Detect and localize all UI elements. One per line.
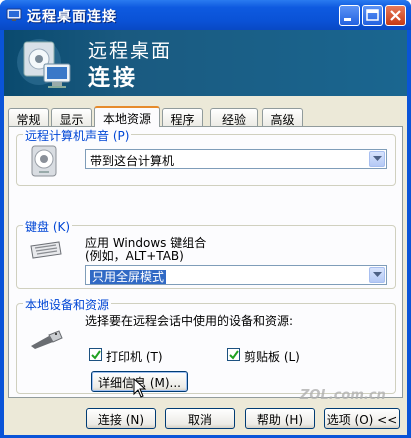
minimize-button[interactable] [339, 5, 360, 26]
help-button-label: 帮助 (H) [256, 413, 304, 427]
printer-checkbox[interactable] [89, 348, 102, 361]
chevron-down-icon [373, 272, 382, 277]
window-title: 远程桌面连接 [27, 9, 117, 25]
banner-title-line1: 远程桌面 [88, 40, 173, 62]
help-button[interactable]: 帮助 (H) [245, 408, 315, 429]
dialog-body: 远程桌面 连接 常规 显示 本地资源 程序 经验 高级 远程计算机声音 (P) [4, 30, 407, 435]
tab-label: 本地资源 [102, 112, 151, 126]
tab-label: 经验 [221, 113, 246, 127]
devices-group: 本地设备和资源 选择要在远程会话中使用的设备和资源: 打印机 (T) 剪贴板 (… [16, 296, 396, 398]
tab-advanced[interactable]: 高级 [262, 108, 303, 127]
clipboard-checkbox[interactable] [227, 348, 240, 361]
header-banner: 远程桌面 连接 [4, 30, 407, 96]
cancel-button-label: 取消 [187, 413, 212, 427]
checkmark-icon [91, 350, 101, 360]
tab-label: 常规 [16, 113, 41, 127]
tab-programs[interactable]: 程序 [162, 108, 203, 127]
keyboard-select-value: 只用全屏模式 [90, 270, 167, 284]
close-button[interactable] [385, 5, 406, 26]
chevron-down-icon [373, 156, 382, 161]
tab-label: 显示 [59, 113, 84, 127]
keyboard-dropdown-button[interactable] [369, 267, 385, 283]
tab-display[interactable]: 显示 [51, 108, 92, 127]
printer-label[interactable]: 打印机 (T) [106, 348, 163, 365]
remote-desktop-icon [6, 8, 22, 21]
options-button-label: 选项 (O) << [326, 413, 398, 427]
usb-plug-icon [31, 330, 63, 349]
devices-desc: 选择要在远程会话中使用的设备和资源: [85, 314, 294, 328]
tab-label: 程序 [170, 113, 195, 127]
mouse-cursor-icon [133, 378, 147, 398]
connect-button-label: 连接 (N) [97, 413, 145, 427]
remote-desktop-logo-icon [17, 39, 71, 88]
keyboard-group: 键盘 (K) 应用 Windows 键组合 (例如，ALT+TAB) 只用全屏模… [16, 218, 396, 289]
banner-title-line2: 连接 [88, 66, 139, 91]
cancel-button[interactable]: 取消 [165, 408, 235, 429]
options-button[interactable]: 选项 (O) << [324, 408, 400, 429]
tab-label: 高级 [270, 113, 295, 127]
keyboard-desc-line2: (例如，ALT+TAB) [85, 249, 184, 263]
tab-local-resources[interactable]: 本地资源 [94, 106, 160, 127]
local-resources-panel: 远程计算机声音 (P) 带到这台计算机 键盘 (K) 应用 Windows 键组… [8, 126, 403, 398]
speaker-icon [31, 145, 57, 177]
rdp-window: 远程桌面连接 远程桌面 连接 常规 显示 本地资源 程序 经验 高级 远程计算机… [0, 0, 411, 438]
sound-group-label: 远程计算机声音 (P) [23, 127, 132, 144]
keyboard-group-label: 键盘 (K) [23, 218, 73, 235]
tab-experience[interactable]: 经验 [210, 108, 258, 127]
tab-general[interactable]: 常规 [8, 108, 49, 127]
maximize-button[interactable] [362, 5, 383, 26]
clipboard-label[interactable]: 剪贴板 (L) [244, 348, 300, 365]
maximize-icon [366, 9, 379, 21]
keyboard-select[interactable]: 只用全屏模式 [85, 265, 387, 285]
sound-group: 远程计算机声音 (P) 带到这台计算机 [16, 127, 396, 186]
keyboard-icon [30, 241, 62, 259]
zol-watermark: ZOL.com.cn [300, 388, 386, 403]
connect-button[interactable]: 连接 (N) [86, 408, 156, 429]
sound-select[interactable]: 带到这台计算机 [85, 149, 387, 169]
title-bar[interactable]: 远程桌面连接 [0, 0, 411, 30]
close-icon [390, 10, 401, 21]
tab-strip: 常规 显示 本地资源 程序 经验 高级 [6, 106, 406, 127]
devices-group-label: 本地设备和资源 [23, 296, 112, 313]
checkmark-icon [229, 350, 239, 360]
sound-dropdown-button[interactable] [369, 151, 385, 167]
sound-select-value: 带到这台计算机 [90, 154, 175, 168]
minimize-icon [344, 18, 351, 21]
